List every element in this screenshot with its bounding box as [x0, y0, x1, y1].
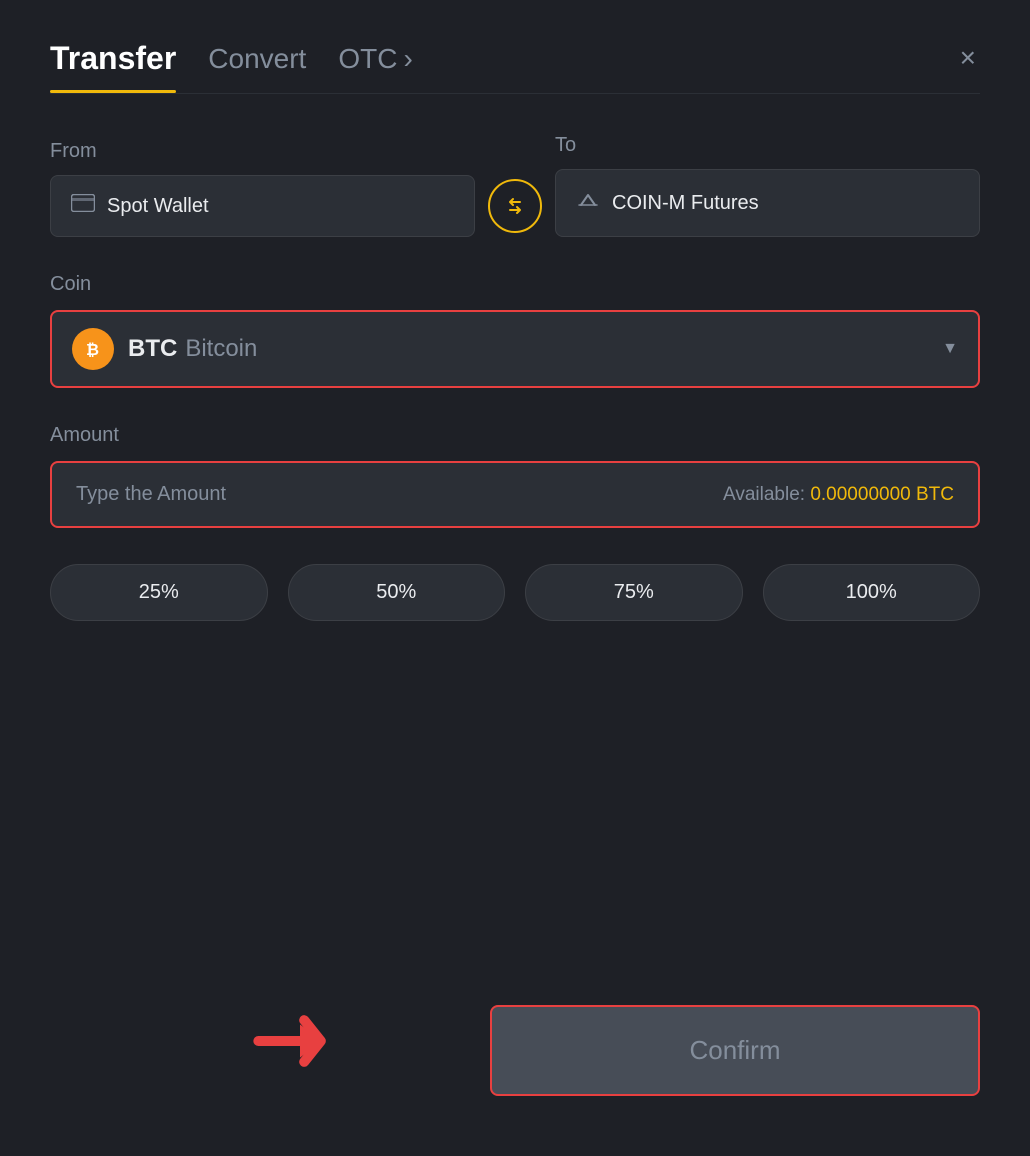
modal-header: Transfer Convert OTC › × [50, 40, 980, 93]
tab-otc[interactable]: OTC › [338, 43, 412, 91]
available-value: 0.00000000 BTC [810, 484, 954, 505]
futures-icon [576, 188, 600, 218]
tab-convert[interactable]: Convert [208, 43, 306, 91]
arrow-indicator [250, 1001, 350, 1086]
pct-75-button[interactable]: 75% [525, 564, 743, 621]
pct-100-button[interactable]: 100% [763, 564, 981, 621]
coin-label: Coin [50, 273, 980, 296]
tab-transfer[interactable]: Transfer [50, 40, 176, 93]
amount-label: Amount [50, 424, 980, 447]
to-wallet-select[interactable]: COIN-M Futures [555, 169, 980, 237]
svg-text:₿: ₿ [86, 341, 99, 359]
from-wallet-select[interactable]: Spot Wallet [50, 175, 475, 237]
from-label: From [50, 140, 475, 163]
to-wallet-name: COIN-M Futures [612, 192, 759, 215]
btc-icon: ₿ [72, 328, 114, 370]
coin-symbol: BTC [128, 335, 177, 363]
swap-button[interactable] [488, 179, 542, 233]
pct-50-button[interactable]: 50% [288, 564, 506, 621]
coin-section: Coin ₿ BTC Bitcoin ▼ [50, 273, 980, 388]
amount-input[interactable] [76, 483, 707, 506]
close-button[interactable]: × [956, 40, 980, 76]
chevron-down-icon: ▼ [942, 340, 958, 358]
from-wallet-name: Spot Wallet [107, 195, 209, 218]
chevron-right-icon: › [403, 43, 412, 75]
coin-select[interactable]: ₿ BTC Bitcoin ▼ [50, 310, 980, 388]
amount-section: Amount Available: 0.00000000 BTC [50, 424, 980, 528]
from-to-section: From Spot Wallet [50, 134, 980, 237]
coin-name: Bitcoin [185, 335, 257, 363]
to-label: To [555, 134, 980, 157]
available-label: Available: 0.00000000 BTC [723, 484, 954, 506]
swap-container [475, 179, 555, 237]
pct-25-button[interactable]: 25% [50, 564, 268, 621]
amount-input-container: Available: 0.00000000 BTC [50, 461, 980, 528]
confirm-section: Confirm [50, 1005, 980, 1096]
header-divider [50, 93, 980, 94]
from-group: From Spot Wallet [50, 140, 475, 237]
wallet-icon [71, 194, 95, 218]
confirm-button[interactable]: Confirm [490, 1005, 980, 1096]
percentage-row: 25% 50% 75% 100% [50, 564, 980, 621]
to-group: To COIN-M Futures [555, 134, 980, 237]
transfer-modal: Transfer Convert OTC › × From [0, 0, 1030, 1156]
